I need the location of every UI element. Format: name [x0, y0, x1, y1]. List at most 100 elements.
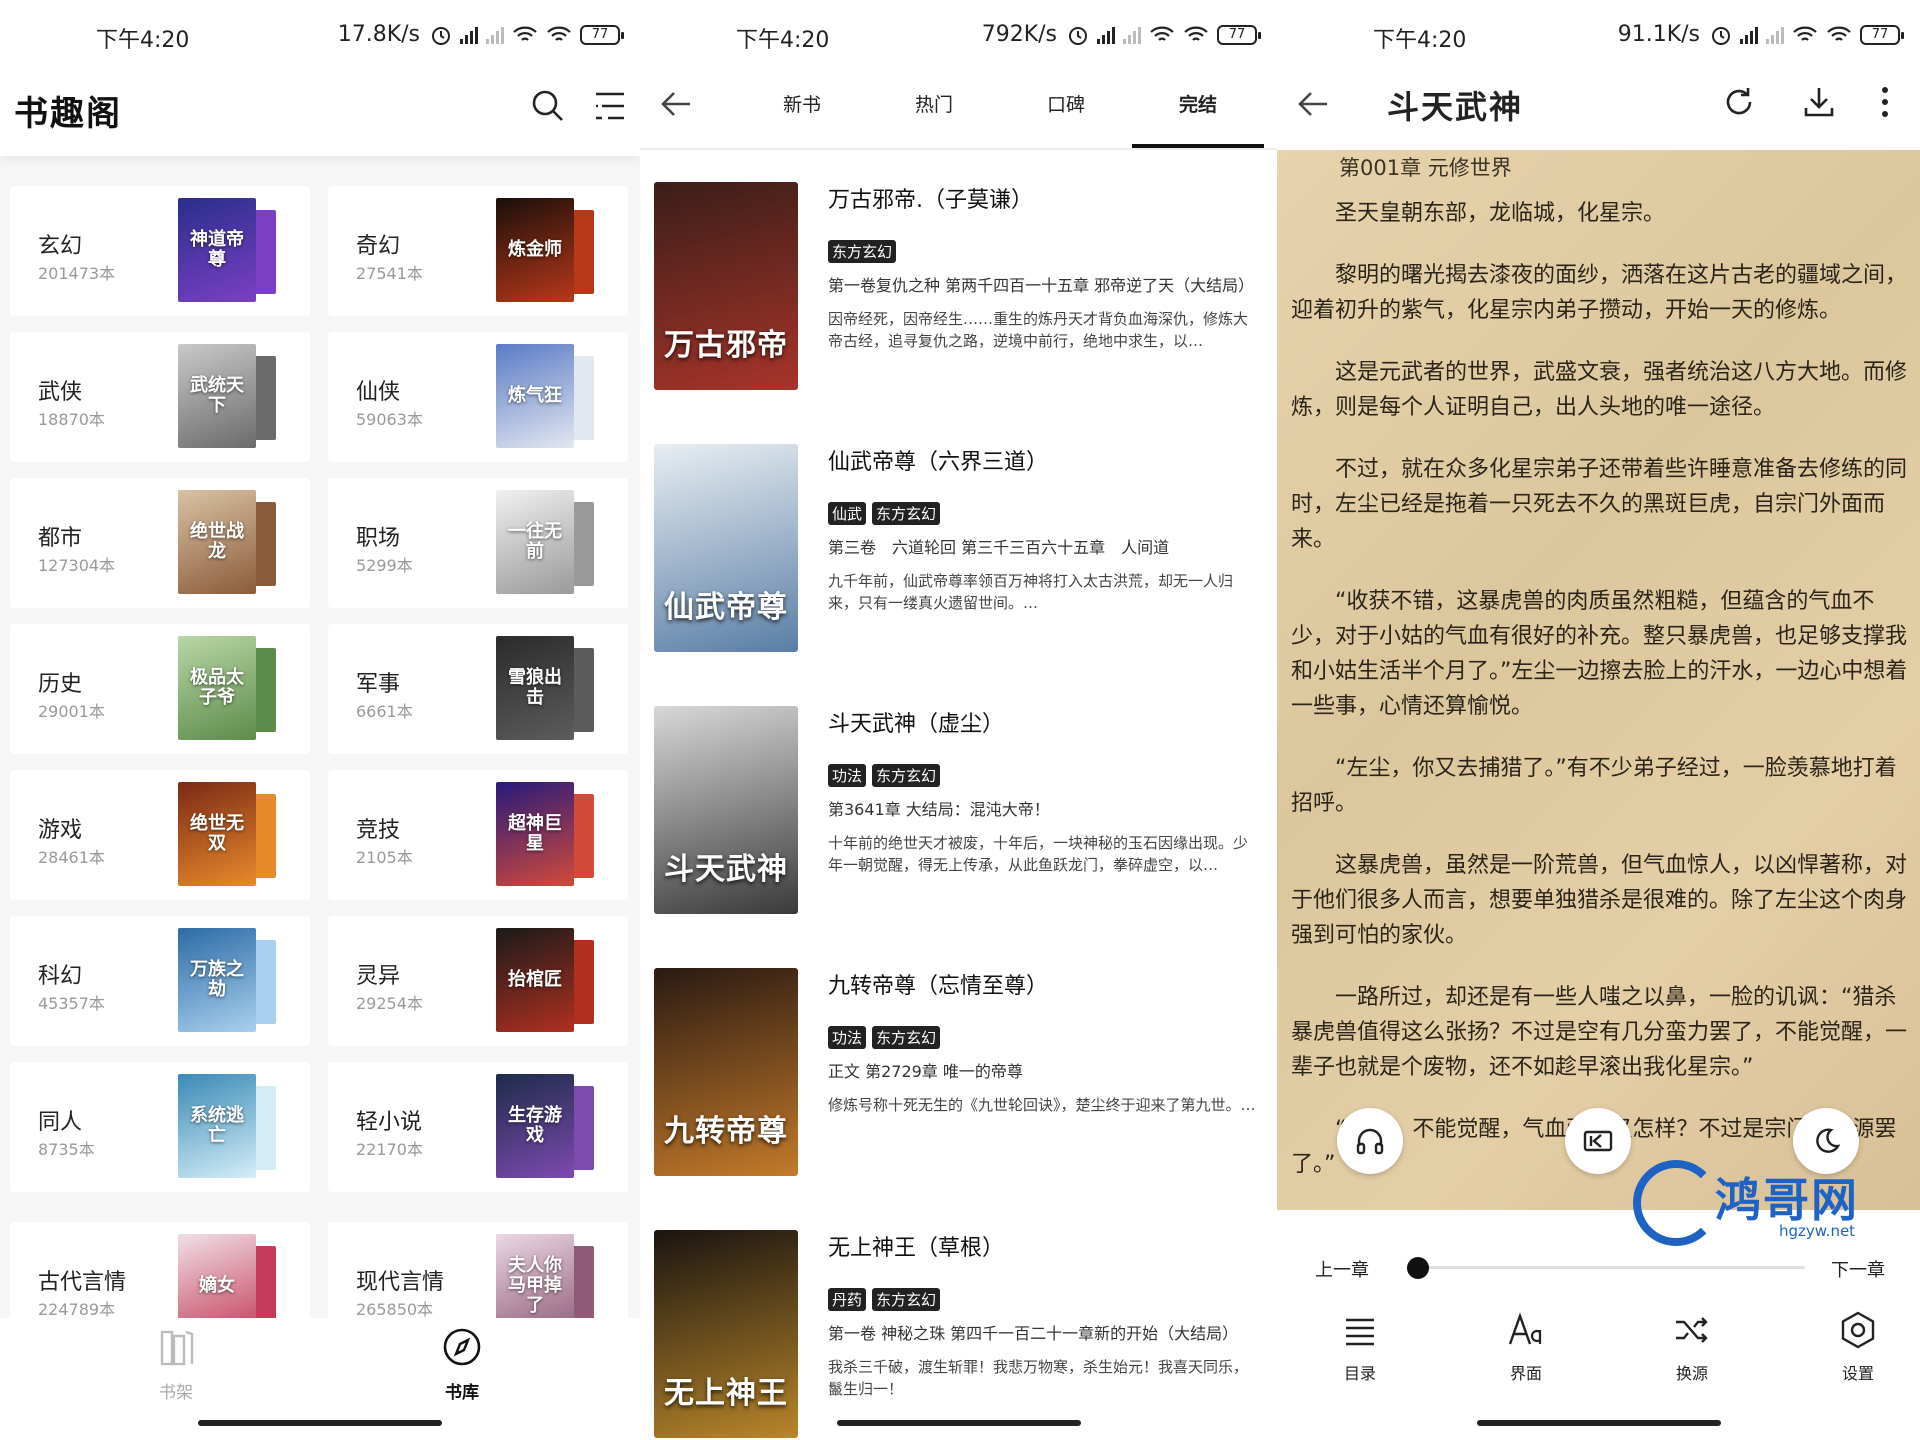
- book-list-item[interactable]: 九转帝尊 九转帝尊（忘情至尊） 功法 东方玄幻 正文 第2729章 唯一的帝尊 修炼号称十…: [640, 968, 1277, 1178]
- font-size-icon: [1508, 1312, 1542, 1345]
- status-bar: 下午4:20 792K/s 77: [640, 0, 1277, 72]
- category-count: 6661本: [356, 702, 413, 721]
- book-cover: 万族之劫: [178, 928, 256, 1032]
- active-tab-indicator: [1132, 144, 1264, 148]
- watermark-logo-icon: [1633, 1160, 1719, 1246]
- book-description: 十年前的绝世天才被废，十年后，一块神秘的玉石因缘出现。少年一朝觉醒，得无上传承，…: [828, 834, 1249, 874]
- chapter-heading: 第001章 元修世界: [1339, 156, 1512, 180]
- cover-stack: 一往无前: [496, 490, 606, 594]
- paragraph: 圣天皇朝东部，龙临城，化星宗。: [1335, 201, 1666, 226]
- wifi-2-icon: [547, 26, 571, 41]
- headphones-icon: [1356, 1128, 1384, 1155]
- category-card[interactable]: 都市 127304本 绝世战龙: [10, 478, 310, 608]
- nav-shelf[interactable]: 书架: [116, 1326, 236, 1403]
- prev-chapter-button[interactable]: 上一章: [1315, 1256, 1369, 1282]
- status-bar: 下午4:20 91.1K/s 77: [1277, 0, 1920, 72]
- category-count: 224789本: [38, 1300, 116, 1319]
- chapter-progress-thumb[interactable]: [1407, 1257, 1429, 1279]
- tab-reputation[interactable]: 口碑: [1016, 90, 1116, 117]
- reading-area[interactable]: 第001章 元修世界 圣天皇朝东部，龙临城，化星宗。 黎明的曙光揭去漆夜的面纱，洒…: [1277, 150, 1920, 1210]
- nav-store[interactable]: 书库: [402, 1326, 522, 1403]
- search-icon[interactable]: [530, 88, 566, 124]
- category-card[interactable]: 玄幻 201473本 神道帝尊: [10, 186, 310, 316]
- book-cover: 超神巨星: [496, 782, 574, 886]
- status-bar: 下午4:20 17.8K/s 77: [0, 0, 640, 72]
- category-card[interactable]: 科幻 45357本 万族之劫: [10, 916, 310, 1046]
- cover-stack: 抬棺匠: [496, 928, 606, 1032]
- latest-chapter: 正文 第2729章 唯一的帝尊: [828, 1062, 1023, 1081]
- more-vertical-icon[interactable]: [1877, 84, 1893, 120]
- book-tags: 功法 东方玄幻: [828, 764, 941, 787]
- settings-button[interactable]: 设置: [1813, 1310, 1903, 1384]
- signal-icon: [460, 26, 478, 44]
- status-time: 下午4:20: [736, 28, 830, 53]
- cover-title: 万古邪帝: [664, 328, 788, 363]
- network-speed: 792K/s: [981, 22, 1057, 47]
- category-count: 18870本: [38, 410, 105, 429]
- site-watermark: 鸿哥网 hgzyw.net: [1633, 1160, 1913, 1246]
- wifi-icon: [1150, 26, 1174, 41]
- refresh-icon[interactable]: [1721, 84, 1757, 120]
- category-count: 5299本: [356, 556, 413, 575]
- nav-shelf-label: 书架: [159, 1383, 193, 1403]
- category-name: 历史: [38, 672, 83, 697]
- category-card[interactable]: 军事 6661本 雪狼出击: [328, 624, 628, 754]
- cover-title: 绝世战龙: [190, 521, 244, 562]
- change-source-button[interactable]: 换源: [1647, 1310, 1737, 1384]
- category-name: 轻小说: [356, 1110, 423, 1135]
- download-icon[interactable]: [1801, 84, 1837, 120]
- appearance-button[interactable]: 界面: [1481, 1310, 1571, 1384]
- category-card[interactable]: 职场 5299本 一往无前: [328, 478, 628, 608]
- paragraph: “左尘，你又去捕猎了。”有不少弟子经过，一脸羡慕地打着招呼。: [1291, 756, 1897, 816]
- category-count: 59063本: [356, 410, 423, 429]
- listen-button[interactable]: [1337, 1108, 1403, 1174]
- book-list-item[interactable]: 万古邪帝 万古邪帝.（子莫谦） 东方玄幻 第一卷复仇之种 第两千四百一十五章 邪帝逆了…: [640, 182, 1277, 392]
- category-card[interactable]: 轻小说 22170本 生存游戏: [328, 1062, 628, 1192]
- book-list-item[interactable]: 仙武帝尊 仙武帝尊（六界三道） 仙武 东方玄幻 第三卷 六道轮回 第三千三百六十五章 人…: [640, 444, 1277, 654]
- back-arrow-icon[interactable]: [658, 86, 694, 122]
- gesture-bar: [836, 1420, 1081, 1426]
- book-cover: 极品太子爷: [178, 636, 256, 740]
- book-list-item[interactable]: 斗天武神 斗天武神（虚尘） 功法 东方玄幻 第3641章 大结局：混沌大帝！ 十年前的绝世…: [640, 706, 1277, 916]
- category-card[interactable]: 游戏 28461本 绝世无双: [10, 770, 310, 900]
- battery-icon: 77: [580, 24, 624, 45]
- gesture-bar: [198, 1420, 442, 1426]
- category-card[interactable]: 奇幻 27541本 炼金师: [328, 186, 628, 316]
- book-list-item[interactable]: 无上神王 无上神王（草根） 丹药 东方玄幻 第一卷 神秘之珠 第四千一百二十一章新的开始…: [640, 1230, 1277, 1440]
- alarm-icon: [1069, 26, 1087, 45]
- book-cover: 炼金师: [496, 198, 574, 302]
- next-chapter-button[interactable]: 下一章: [1831, 1256, 1885, 1282]
- category-count: 28461本: [38, 848, 105, 867]
- tab-completed[interactable]: 完结: [1148, 90, 1248, 117]
- book-cover: 炼气狂: [496, 344, 574, 448]
- category-card[interactable]: 竞技 2105本 超神巨星: [328, 770, 628, 900]
- toc-button[interactable]: 目录: [1315, 1310, 1405, 1384]
- wifi-2-icon: [1184, 26, 1208, 41]
- filter-menu-icon[interactable]: [592, 90, 628, 122]
- genre-tag: 东方玄幻: [872, 1288, 941, 1311]
- book-cover: 绝世战龙: [178, 490, 256, 594]
- back-arrow-icon[interactable]: [1295, 86, 1331, 122]
- change-source-label: 换源: [1675, 1364, 1708, 1383]
- category-card[interactable]: 灵异 29254本 抬棺匠: [328, 916, 628, 1046]
- category-card[interactable]: 武侠 18870本 武统天下: [10, 332, 310, 462]
- book-cover: 武统天下: [178, 344, 256, 448]
- category-name: 军事: [356, 672, 401, 697]
- book-title: 万古邪帝.（子莫谦）: [828, 188, 1033, 213]
- category-card[interactable]: 历史 29001本 极品太子爷: [10, 624, 310, 754]
- cover-title: 系统逃亡: [190, 1105, 244, 1146]
- cover-stack: 绝世无双: [178, 782, 288, 886]
- watermark-url: hgzyw.net: [1779, 1222, 1856, 1240]
- tab-hot[interactable]: 热门: [884, 90, 984, 117]
- gear-icon: [1841, 1311, 1875, 1349]
- book-cover: 生存游戏: [496, 1074, 574, 1178]
- auto-page-button[interactable]: [1565, 1108, 1631, 1174]
- chapter-progress-track[interactable]: [1417, 1266, 1805, 1269]
- category-count: 29254本: [356, 994, 423, 1013]
- book-description: 九千年前，仙武帝尊率领百万神将打入太古洪荒，却无一人归来，只有一缕真火遗留世间。…: [828, 572, 1234, 612]
- category-name: 职场: [356, 526, 401, 551]
- tab-new[interactable]: 新书: [752, 90, 852, 117]
- category-card[interactable]: 同人 8735本 系统逃亡: [10, 1062, 310, 1192]
- category-card[interactable]: 仙侠 59063本 炼气狂: [328, 332, 628, 462]
- signal-icon: [1740, 26, 1758, 44]
